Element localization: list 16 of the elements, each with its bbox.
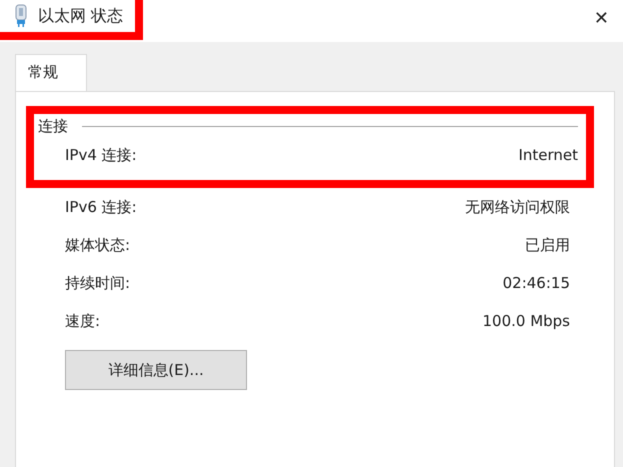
network-adapter-icon: [14, 4, 28, 28]
group-title: 连接: [38, 117, 68, 136]
field-value: 02:46:15: [502, 274, 570, 292]
field-value: Internet: [518, 146, 578, 164]
tab[interactable]: 常规: [15, 54, 87, 91]
field-value: 无网络访问权限: [465, 198, 570, 216]
close-button[interactable]: ✕: [594, 0, 623, 29]
field-label: IPv6 连接:: [65, 198, 137, 216]
field-label: 持续时间:: [65, 274, 130, 292]
window-title: 以太网 状态: [38, 6, 124, 26]
field-value: 已启用: [525, 236, 570, 254]
field-value: 100.0 Mbps: [482, 312, 570, 330]
field-label: IPv4 连接:: [65, 146, 137, 164]
details-button[interactable]: 详细信息(E)...: [65, 350, 247, 390]
field-label: 媒体状态:: [65, 236, 130, 254]
field-label: 速度:: [65, 312, 100, 330]
